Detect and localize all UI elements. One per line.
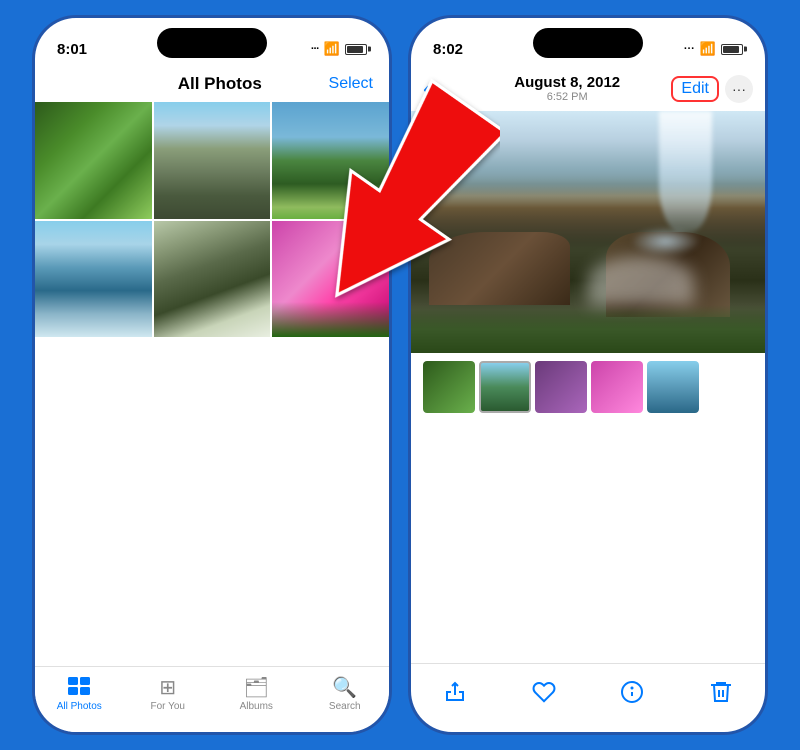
left-phone: 8:01 ··· 📶 All Photos Select xyxy=(32,15,392,735)
tab-bar-left: All Photos ⊞ For You 🗂 Albums 🔍 Search xyxy=(35,666,389,732)
tab-all-photos[interactable]: All Photos xyxy=(35,675,124,712)
nav-bar-left: All Photos Select xyxy=(35,70,389,102)
more-button[interactable]: ··· xyxy=(725,75,753,103)
favorite-button[interactable] xyxy=(524,672,564,712)
main-photo[interactable] xyxy=(411,111,765,353)
photo-cell-5[interactable] xyxy=(154,221,271,338)
tab-label-albums: Albums xyxy=(240,701,273,712)
thumbnail-4[interactable] xyxy=(591,361,643,413)
status-icons-right: ··· 📶 xyxy=(684,41,743,57)
albums-icon: 🗂 xyxy=(244,675,268,699)
tab-for-you[interactable]: ⊞ For You xyxy=(124,675,213,712)
photo-cell-2[interactable] xyxy=(154,102,271,219)
detail-time: 6:52 PM xyxy=(463,91,671,103)
more-icon: ··· xyxy=(732,82,746,96)
tab-label-for-you: For You xyxy=(151,701,185,712)
dynamic-island-right xyxy=(533,28,643,58)
tab-label-search: Search xyxy=(329,701,361,712)
thumbnail-1[interactable] xyxy=(423,361,475,413)
photo-cell-3[interactable] xyxy=(272,102,389,219)
action-bar xyxy=(411,663,765,732)
time-right: 8:02 xyxy=(433,41,463,58)
delete-button[interactable] xyxy=(701,672,741,712)
battery-icon xyxy=(345,44,367,55)
tab-albums[interactable]: 🗂 Albums xyxy=(212,675,301,712)
search-icon: 🔍 xyxy=(333,675,357,699)
edit-button[interactable]: Edit xyxy=(671,76,719,102)
photo-cell-1[interactable] xyxy=(35,102,152,219)
right-phone: 8:02 ··· 📶 ‹ August 8, 2012 6:52 PM Edit… xyxy=(408,15,768,735)
share-button[interactable] xyxy=(435,672,475,712)
time-left: 8:01 xyxy=(57,41,87,58)
detail-date: August 8, 2012 xyxy=(463,74,671,91)
thumbnail-3[interactable] xyxy=(535,361,587,413)
battery-icon-right xyxy=(721,44,743,55)
tab-search[interactable]: 🔍 Search xyxy=(301,675,390,712)
signal-dots-icon: ··· xyxy=(684,43,695,55)
thumbnail-2[interactable] xyxy=(479,361,531,413)
for-you-icon: ⊞ xyxy=(156,675,180,699)
back-button[interactable]: ‹ xyxy=(423,76,463,102)
thumbnail-5[interactable] xyxy=(647,361,699,413)
tab-label-all-photos: All Photos xyxy=(57,701,102,712)
thumbnail-strip xyxy=(411,353,765,421)
detail-nav-bar: ‹ August 8, 2012 6:52 PM Edit ··· xyxy=(411,70,765,111)
page-title-left: All Photos xyxy=(111,74,329,94)
photo-grid xyxy=(35,102,389,337)
wifi-icon: 📶 xyxy=(324,41,340,57)
photo-cell-4[interactable] xyxy=(35,221,152,338)
info-button[interactable] xyxy=(612,672,652,712)
photo-cell-6[interactable] xyxy=(272,221,389,338)
select-button[interactable]: Select xyxy=(329,75,373,93)
all-photos-icon xyxy=(67,675,91,699)
signal-icon: ··· xyxy=(311,43,319,55)
dynamic-island xyxy=(157,28,267,58)
wifi-icon-right: 📶 xyxy=(700,41,716,57)
status-icons-left: ··· 📶 xyxy=(311,41,367,57)
